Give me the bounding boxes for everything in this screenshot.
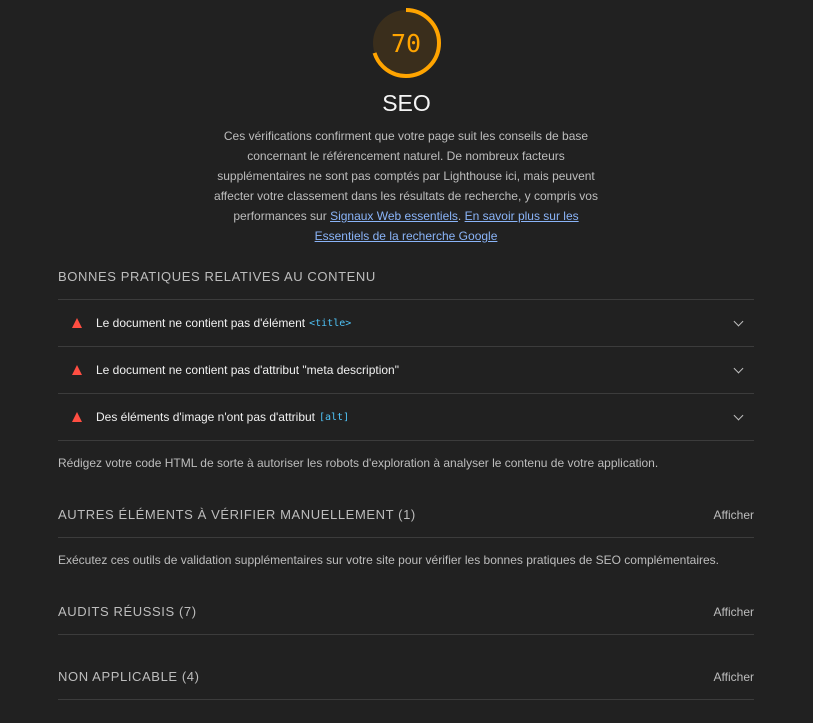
description-separator: . — [457, 209, 465, 223]
divider — [58, 634, 754, 635]
content-group-title: BONNES PRATIQUES RELATIVES AU CONTENU — [58, 269, 376, 284]
chevron-down-icon[interactable] — [733, 316, 744, 326]
audit-code: <title> — [309, 317, 352, 329]
passed-show-button[interactable]: Afficher — [714, 605, 754, 619]
na-group-title: NON APPLICABLE (4) — [58, 669, 200, 684]
chevron-down-icon[interactable] — [733, 363, 744, 373]
score-value: 70 — [390, 28, 422, 58]
passed-group-title: AUDITS RÉUSSIS (7) — [58, 604, 197, 619]
manual-group-description: Exécutez ces outils de validation supplé… — [58, 553, 720, 567]
audit-image-alt[interactable]: Des éléments d'image n'ont pas d'attribu… — [58, 394, 754, 440]
category-title: SEO — [382, 90, 431, 116]
na-group-header[interactable]: NON APPLICABLE (4) Afficher — [58, 669, 754, 684]
audit-label: Le document ne contient pas d'élément — [96, 316, 306, 330]
fail-triangle-icon — [72, 318, 82, 328]
fail-triangle-icon — [72, 365, 82, 375]
content-group-header: BONNES PRATIQUES RELATIVES AU CONTENU — [58, 269, 754, 284]
audit-document-title[interactable]: Le document ne contient pas d'élément <t… — [58, 300, 754, 346]
fail-triangle-icon — [72, 412, 82, 422]
divider — [58, 699, 754, 700]
divider — [58, 537, 754, 538]
manual-show-button[interactable]: Afficher — [714, 508, 754, 522]
score-gauge: 70 — [369, 6, 443, 80]
manual-group-title: AUTRES ÉLÉMENTS À VÉRIFIER MANUELLEMENT … — [58, 507, 416, 522]
audit-meta-description[interactable]: Le document ne contient pas d'attribut "… — [58, 347, 754, 393]
audit-label: Des éléments d'image n'ont pas d'attribu… — [96, 410, 315, 424]
category-description: Ces vérifications confirment que votre p… — [205, 126, 607, 246]
na-show-button[interactable]: Afficher — [714, 670, 754, 684]
passed-group-header[interactable]: AUDITS RÉUSSIS (7) Afficher — [58, 604, 754, 619]
manual-group-header[interactable]: AUTRES ÉLÉMENTS À VÉRIFIER MANUELLEMENT … — [58, 507, 754, 522]
web-vitals-link[interactable]: Signaux Web essentiels — [330, 209, 458, 223]
content-group-description: Rédigez votre code HTML de sorte à autor… — [58, 456, 659, 470]
audit-label: Le document ne contient pas d'attribut "… — [96, 363, 399, 377]
divider — [58, 440, 754, 441]
audit-code: [alt] — [319, 411, 350, 423]
chevron-down-icon[interactable] — [733, 410, 744, 420]
